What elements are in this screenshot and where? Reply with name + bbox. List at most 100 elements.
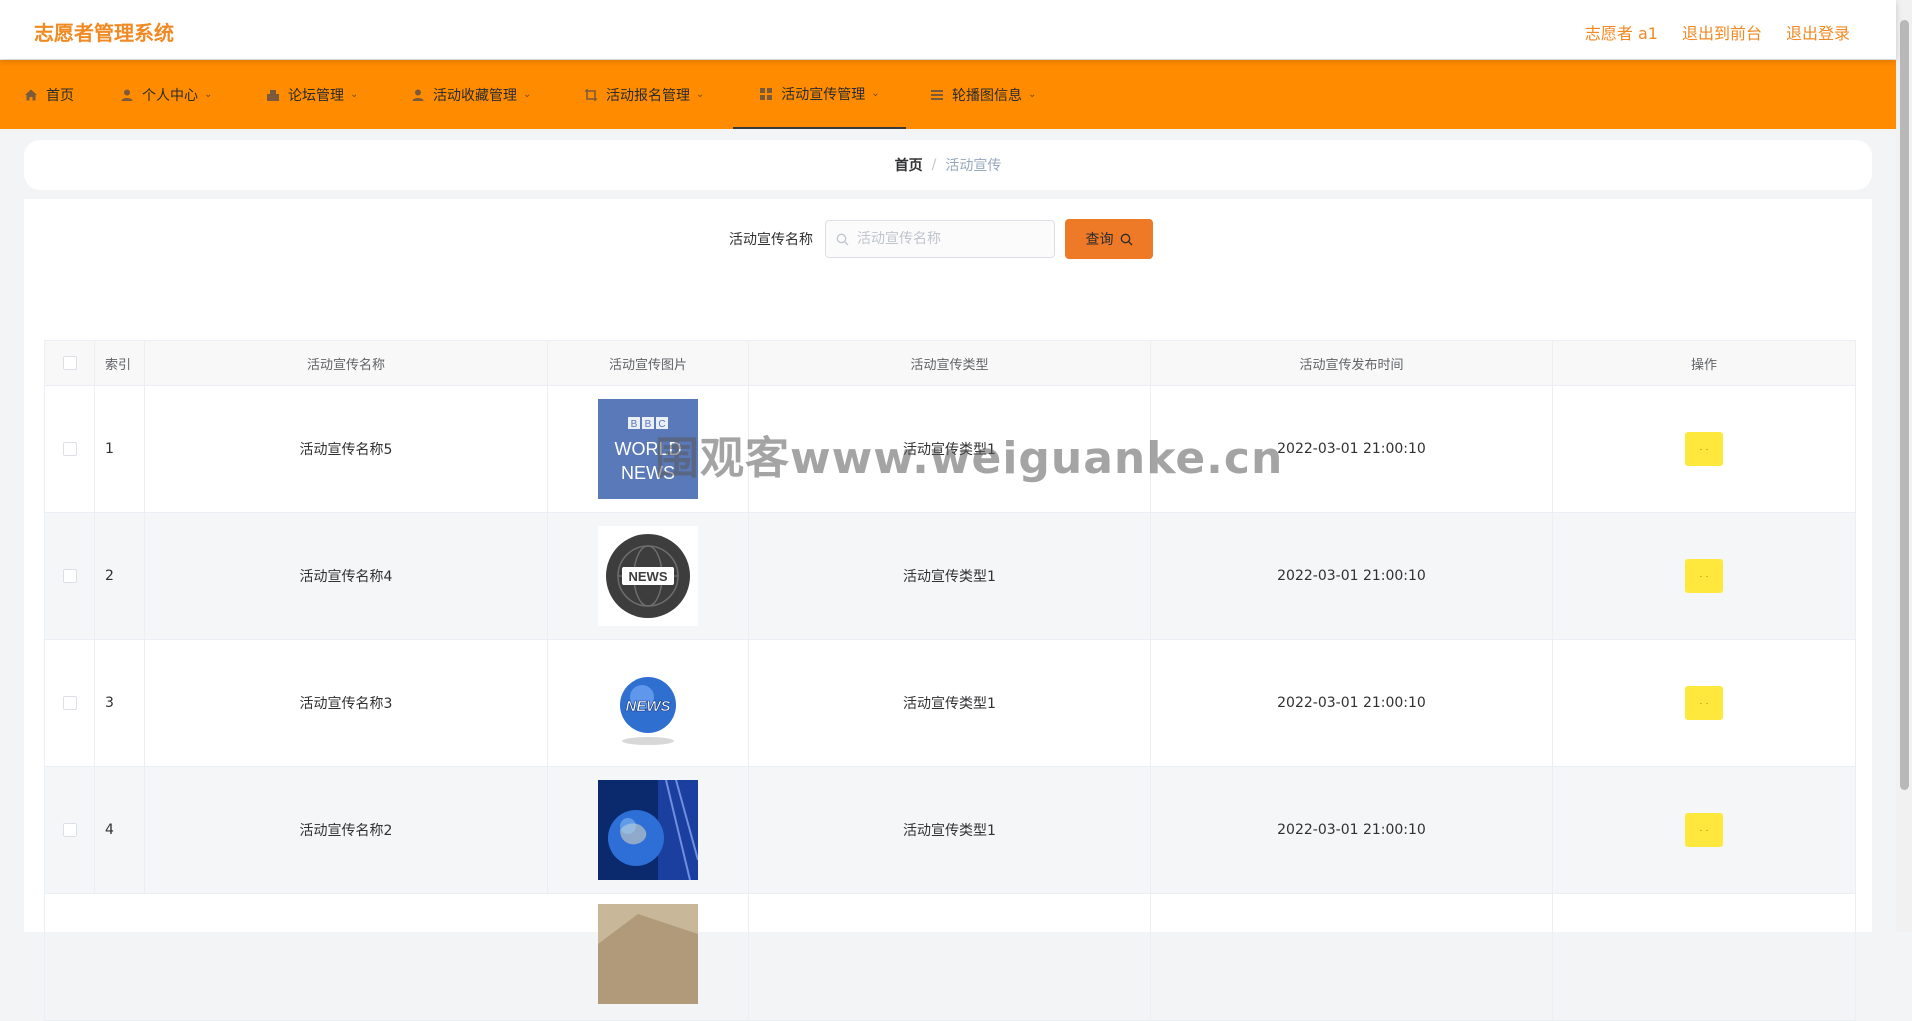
table-row [45, 894, 1855, 1021]
table-row: 2 活动宣传名称4 NEWS 活动宣传类型1 2022-03-01 21:00:… [45, 513, 1855, 640]
row-image-cell: NEWS [548, 640, 749, 766]
chevron-down-icon: ⌄ [350, 89, 359, 100]
search-form: 活动宣传名称 查询 [729, 219, 1153, 259]
nav-item-label: 活动宣传管理 [781, 86, 866, 103]
row-time: 2022-03-01 21:00:10 [1151, 386, 1553, 512]
svg-text:B: B [631, 419, 638, 430]
row-time: 2022-03-01 21:00:10 [1151, 640, 1553, 766]
content-panel: 活动宣传名称 查询 索引 活动宣传名称 活动宣传图片 活动宣传类型 活动宣传发布… [24, 199, 1872, 1021]
grid-icon [760, 87, 773, 100]
nav-item-personal-center[interactable]: 个人中心 ⌄ [120, 60, 212, 129]
chevron-down-icon: ⌄ [523, 89, 532, 100]
search-icon [836, 233, 849, 245]
row-image-cell: B B C WORLD NEWS [548, 386, 749, 512]
header-index: 索引 [95, 341, 145, 385]
bbc-world-news-image: B B C WORLD NEWS [598, 399, 698, 499]
header-check-cell [45, 341, 95, 385]
breadcrumb-separator: / [931, 157, 937, 173]
nav-item-forum[interactable]: 论坛管理 ⌄ [266, 60, 358, 129]
row-image-cell: NEWS [548, 513, 749, 639]
back-to-front-link[interactable]: 退出到前台 [1682, 20, 1762, 44]
logout-link[interactable]: 退出登录 [1786, 20, 1850, 44]
query-button[interactable]: 查询 [1065, 219, 1153, 259]
row-image-cell [548, 894, 749, 1020]
scrollbar-thumb[interactable] [1900, 20, 1909, 790]
chevron-down-icon: ⌄ [204, 89, 213, 100]
row-name: 活动宣传名称4 [145, 513, 548, 639]
header-actions: 操作 [1690, 357, 1717, 373]
nav-item-activity-promotion[interactable]: 活动宣传管理 ⌄ [733, 60, 906, 129]
nav-item-label: 个人中心 [142, 87, 198, 104]
breadcrumb: 首页 / 活动宣传 [24, 140, 1872, 190]
row-type: 活动宣传类型1 [749, 513, 1151, 639]
partial-photo-image [598, 904, 698, 1004]
main-nav: 首页 个人中心 ⌄ 论坛管理 ⌄ 活动收藏管理 ⌄ 活动报名管理 ⌄ 活动宣传管… [0, 60, 1896, 129]
row-action-cell: · · [1553, 640, 1855, 766]
row-action-button[interactable]: · · [1685, 686, 1723, 720]
row-check-cell [45, 513, 95, 639]
search-label: 活动宣传名称 [729, 232, 813, 248]
nav-item-home[interactable]: 首页 [24, 60, 74, 129]
search-input[interactable] [855, 230, 1039, 248]
scrollbar[interactable] [1896, 0, 1912, 932]
forum-icon [267, 89, 279, 101]
promotion-table: 索引 活动宣传名称 活动宣传图片 活动宣传类型 活动宣传发布时间 操作 1 活动… [44, 340, 1856, 1021]
row-action-cell [1553, 894, 1855, 1020]
home-icon [25, 89, 37, 100]
svg-text:C: C [658, 419, 665, 430]
row-action-cell: · · [1553, 767, 1855, 893]
nav-item-label: 轮播图信息 [952, 87, 1022, 104]
nav-item-label: 论坛管理 [288, 87, 344, 104]
select-all-checkbox[interactable] [62, 356, 77, 370]
row-action-cell: · · [1553, 513, 1855, 639]
svg-text:NEWS: NEWS [626, 698, 671, 715]
row-type [749, 894, 1151, 1020]
chevron-down-icon: ⌄ [871, 88, 880, 99]
row-action-button[interactable]: · · [1685, 813, 1723, 847]
table-row: 1 活动宣传名称5 B B C WORLD NEWS 活动宣传类型1 2022-… [45, 386, 1855, 513]
query-button-label: 查询 [1085, 232, 1114, 248]
header-image: 活动宣传图片 [548, 341, 749, 385]
user-name-link[interactable]: 志愿者 a1 [1585, 20, 1658, 44]
user-icon [412, 89, 424, 101]
list-icon [931, 89, 943, 100]
nav-item-label: 首页 [46, 87, 74, 104]
row-action-button[interactable]: · · [1685, 432, 1723, 466]
row-checkbox[interactable] [62, 823, 77, 837]
nav-item-label: 活动报名管理 [606, 87, 690, 104]
news-blue-globe-image: NEWS [598, 653, 698, 753]
user-icon [121, 89, 133, 101]
row-index: 3 [95, 640, 145, 766]
top-header: 志愿者管理系统 志愿者 a1 退出到前台 退出登录 [0, 0, 1896, 59]
row-checkbox[interactable] [62, 696, 77, 710]
news-globe-image: NEWS [598, 526, 698, 626]
table-row: 3 活动宣传名称3 NEWS 活动宣传类型1 2022-03-01 21:00:… [45, 640, 1855, 767]
row-time [1151, 894, 1553, 1020]
row-checkbox[interactable] [62, 442, 77, 456]
svg-text:NEWS: NEWS [621, 463, 675, 483]
row-action-button[interactable]: · · [1685, 559, 1723, 593]
row-index: 1 [95, 386, 145, 512]
header-name: 活动宣传名称 [145, 341, 548, 385]
header-links: 志愿者 a1 退出到前台 退出登录 [1585, 20, 1850, 44]
row-name: 活动宣传名称3 [145, 640, 548, 766]
search-field[interactable] [825, 220, 1055, 258]
row-checkbox[interactable] [62, 569, 77, 583]
row-time: 2022-03-01 21:00:10 [1151, 513, 1553, 639]
row-index: 2 [95, 513, 145, 639]
nav-item-activity-signup[interactable]: 活动报名管理 ⌄ [584, 60, 704, 129]
row-action-cell: · · [1553, 386, 1855, 512]
search-icon [1120, 233, 1132, 245]
row-image-cell [548, 767, 749, 893]
table-row: 4 活动宣传名称2 活动宣传类型1 2022-03-01 21:00:10 · … [45, 767, 1855, 894]
breadcrumb-current: 活动宣传 [945, 158, 1002, 174]
row-check-cell [45, 386, 95, 512]
chevron-down-icon: ⌄ [1028, 89, 1037, 100]
nav-item-carousel[interactable]: 轮播图信息 ⌄ [930, 60, 1036, 129]
nav-item-activity-favorites[interactable]: 活动收藏管理 ⌄ [411, 60, 531, 129]
row-type: 活动宣传类型1 [749, 767, 1151, 893]
breadcrumb-home[interactable]: 首页 [895, 155, 923, 175]
row-index: 4 [95, 767, 145, 893]
row-name: 活动宣传名称2 [145, 767, 548, 893]
row-check-cell [45, 640, 95, 766]
